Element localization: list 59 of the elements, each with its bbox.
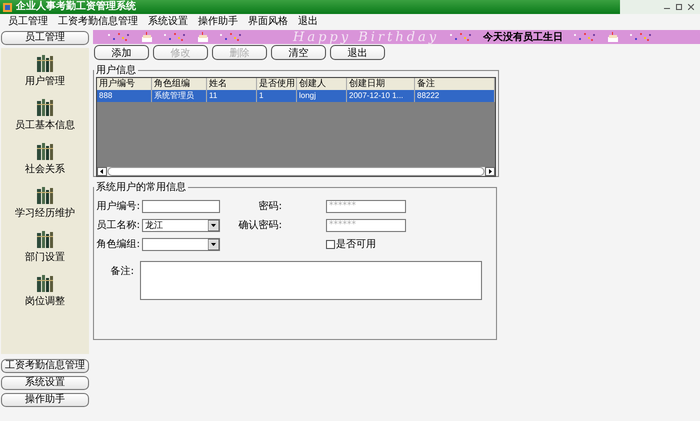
sidebar-item[interactable]: 学习经历维护 <box>15 206 75 220</box>
employee-dropdown[interactable]: 龙江 <box>142 218 220 232</box>
confetti-icon <box>107 32 131 42</box>
confirm-password-field[interactable]: ****** <box>326 218 406 232</box>
cake-icon <box>141 32 153 42</box>
user-id-field[interactable] <box>142 200 220 212</box>
confetti-icon <box>219 32 243 42</box>
password-field[interactable]: ****** <box>326 200 406 212</box>
note-field[interactable] <box>140 261 482 300</box>
close-icon[interactable] <box>688 4 694 10</box>
confetti-icon <box>629 32 654 42</box>
field-label: 员工名称: <box>96 219 140 232</box>
sidebar-item[interactable]: 部门设置 <box>25 250 65 264</box>
menu-item[interactable]: 工资考勤信息管理 <box>54 14 142 29</box>
birthday-notice: 今天没有员工生日 <box>483 30 564 44</box>
field-label: 角色编组: <box>96 238 140 251</box>
toolbar-button[interactable]: 添加 <box>94 45 149 60</box>
books-icon <box>36 230 54 248</box>
sidebar-header-button[interactable]: 员工管理 <box>1 31 89 45</box>
enabled-checkbox[interactable]: 是否可用 <box>326 237 406 251</box>
cake-icon <box>197 32 209 42</box>
books-icon <box>36 274 54 292</box>
app-icon <box>3 2 12 12</box>
dropdown-arrow-icon[interactable] <box>208 220 219 230</box>
toolbar-button[interactable]: 清空 <box>271 45 326 60</box>
window-title: 企业人事考勤工资管理系统 <box>16 0 137 14</box>
sidebar-item[interactable]: 员工基本信息 <box>15 118 75 132</box>
menu-item[interactable]: 界面风格 <box>244 14 292 29</box>
toolbar-button[interactable]: 退出 <box>330 45 385 60</box>
field-label: 备注: <box>110 264 134 279</box>
group-title: 用户信息 <box>95 64 137 77</box>
confetti-icon <box>449 32 474 42</box>
table-row[interactable]: 888 系统管理员 11 1 longj 2007-12-10 1... 88222 <box>97 90 495 102</box>
sidebar-item[interactable]: 社会关系 <box>25 162 65 176</box>
menu-item[interactable]: 员工管理 <box>4 14 52 29</box>
field-label: 密码: <box>258 200 282 213</box>
sidebar-section-button[interactable]: 系统设置 <box>1 376 89 390</box>
confetti-icon <box>573 32 598 42</box>
books-icon <box>36 54 54 72</box>
sidebar-section-button[interactable]: 操作助手 <box>1 393 89 407</box>
menu-item[interactable]: 系统设置 <box>144 14 192 29</box>
horizontal-scrollbar[interactable] <box>97 167 495 176</box>
confetti-icon <box>163 32 187 42</box>
role-dropdown[interactable] <box>142 238 220 250</box>
menu-item[interactable]: 退出 <box>294 14 322 29</box>
field-label: 用户编号: <box>96 200 140 213</box>
field-label: 确认密码: <box>238 218 282 232</box>
maximize-icon[interactable] <box>676 4 682 10</box>
sidebar-item[interactable]: 用户管理 <box>25 74 65 88</box>
banner-title: Happy Birthday <box>293 30 440 44</box>
books-icon <box>36 142 54 160</box>
sidebar-section-button[interactable]: 工资考勤信息管理 <box>1 359 89 373</box>
books-icon <box>36 98 54 116</box>
books-icon <box>36 186 54 204</box>
cake-icon <box>607 32 620 42</box>
menu-item[interactable]: 操作助手 <box>194 14 242 29</box>
group-title: 系统用户的常用信息 <box>95 180 187 194</box>
sidebar-item[interactable]: 岗位调整 <box>25 294 65 308</box>
dropdown-arrow-icon[interactable] <box>208 238 219 250</box>
